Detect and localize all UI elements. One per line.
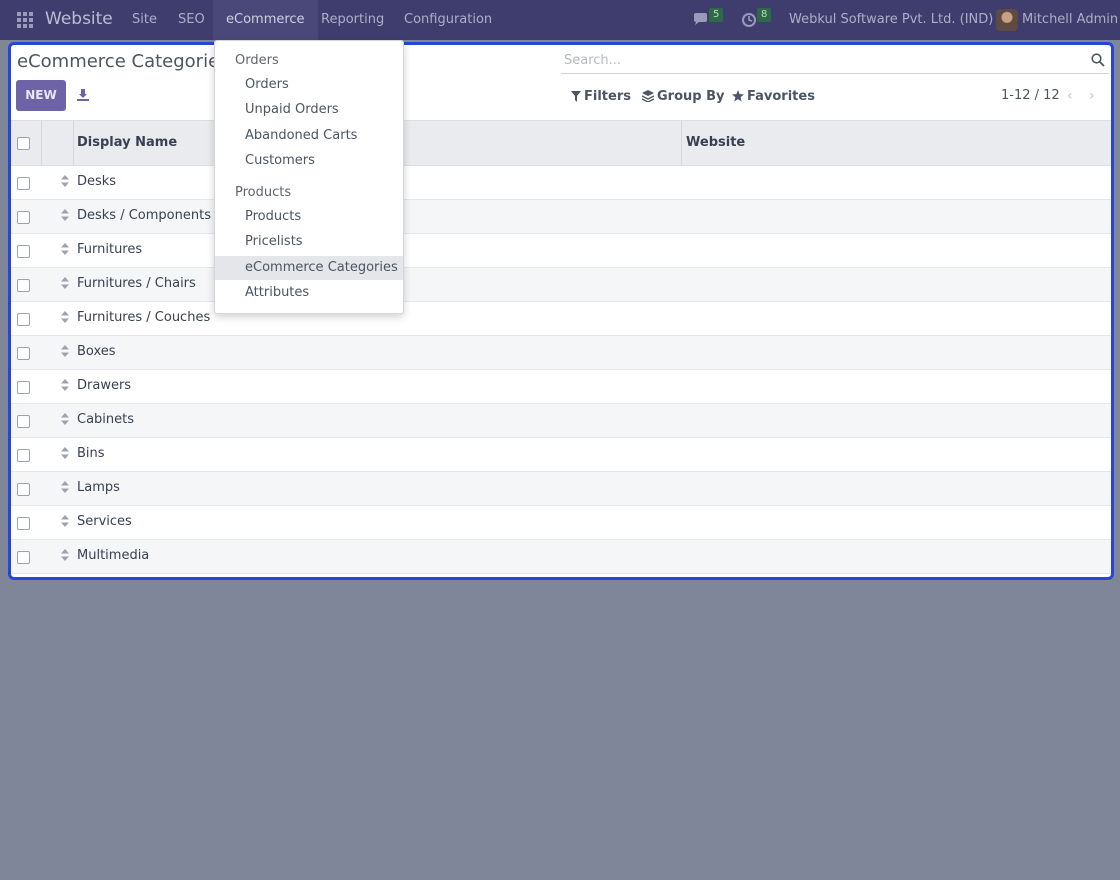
activities-clock-icon[interactable] <box>741 12 757 28</box>
page-title: eCommerce Categories <box>17 51 229 72</box>
row-checkbox[interactable] <box>17 279 30 292</box>
user-menu[interactable]: Mitchell Admin <box>1022 12 1118 27</box>
row-checkbox[interactable] <box>17 483 30 496</box>
ecommerce-dropdown-menu: Orders Orders Unpaid Orders Abandoned Ca… <box>214 40 404 314</box>
menu-ecommerce[interactable]: eCommerce <box>213 0 318 40</box>
row-display-name: Drawers <box>77 378 132 393</box>
row-display-name: Multimedia <box>77 548 150 563</box>
filters-button[interactable]: Filters <box>584 89 631 104</box>
row-checkbox[interactable] <box>17 551 30 564</box>
row-checkbox[interactable] <box>17 211 30 224</box>
search-input[interactable]: Search... <box>564 53 621 68</box>
drag-handle-icon[interactable] <box>61 549 69 561</box>
row-checkbox[interactable] <box>17 415 30 428</box>
table-row[interactable]: Lamps <box>11 472 1111 506</box>
table-row[interactable]: Furnitures / Chairs <box>11 268 1111 302</box>
pager-previous-icon[interactable]: ‹ <box>1067 88 1073 104</box>
row-display-name: Lamps <box>77 480 120 495</box>
drag-handle-icon[interactable] <box>61 413 69 425</box>
drag-handle-icon[interactable] <box>61 277 69 289</box>
row-display-name: Furnitures / Chairs <box>77 276 196 291</box>
drag-handle-icon[interactable] <box>61 209 69 221</box>
app-brand[interactable]: Website <box>45 9 113 29</box>
menu-configuration[interactable]: Configuration <box>404 12 492 27</box>
dropdown-item-pricelists[interactable]: Pricelists <box>215 230 403 254</box>
drag-handle-icon[interactable] <box>61 243 69 255</box>
menu-seo[interactable]: SEO <box>178 12 205 27</box>
search-icon[interactable] <box>1091 53 1105 67</box>
new-button[interactable]: NEW <box>16 80 66 111</box>
drag-handle-icon[interactable] <box>61 311 69 323</box>
row-checkbox[interactable] <box>17 245 30 258</box>
row-display-name: Desks / Components <box>77 208 211 223</box>
company-switcher[interactable]: Webkul Software Pvt. Ltd. (IND) <box>789 12 993 27</box>
messages-count-badge: 5 <box>709 8 724 22</box>
row-checkbox[interactable] <box>17 313 30 326</box>
row-display-name: Cabinets <box>77 412 135 427</box>
menu-site[interactable]: Site <box>132 12 157 27</box>
table-row[interactable]: Desks <box>11 166 1111 200</box>
table-row[interactable]: Furnitures <box>11 234 1111 268</box>
column-header-display-name[interactable]: Display Name <box>77 135 177 150</box>
table-row[interactable]: Desks / Components <box>11 200 1111 234</box>
row-display-name: Services <box>77 514 132 529</box>
row-display-name: Bins <box>77 446 105 461</box>
favorites-star-icon <box>732 90 744 102</box>
pager-next-icon[interactable]: › <box>1089 88 1095 104</box>
table-row[interactable]: Services <box>11 506 1111 540</box>
favorites-button[interactable]: Favorites <box>747 89 815 104</box>
row-checkbox[interactable] <box>17 381 30 394</box>
apps-menu-icon[interactable] <box>17 12 33 28</box>
top-navbar: Website Site SEO eCommerce Reporting Con… <box>0 0 1120 40</box>
drag-handle-icon[interactable] <box>61 515 69 527</box>
dropdown-item-unpaid-orders[interactable]: Unpaid Orders <box>215 98 403 122</box>
menu-reporting[interactable]: Reporting <box>321 12 384 27</box>
dropdown-item-customers[interactable]: Customers <box>215 149 403 173</box>
activities-count-badge: 8 <box>757 8 772 22</box>
group-by-layers-icon <box>642 90 654 102</box>
row-checkbox[interactable] <box>17 347 30 360</box>
dropdown-section-products: Products <box>235 185 292 200</box>
table-header: Display Name Website <box>11 120 1111 166</box>
user-avatar[interactable] <box>996 9 1018 31</box>
select-all-checkbox[interactable] <box>17 137 30 150</box>
dropdown-item-orders[interactable]: Orders <box>215 73 403 97</box>
drag-handle-icon[interactable] <box>61 379 69 391</box>
dropdown-item-abandoned-carts[interactable]: Abandoned Carts <box>215 124 403 148</box>
row-display-name: Boxes <box>77 344 116 359</box>
row-checkbox[interactable] <box>17 449 30 462</box>
row-display-name: Furnitures / Couches <box>77 310 211 325</box>
row-display-name: Desks <box>77 174 117 189</box>
table-row[interactable]: Furnitures / Couches <box>11 302 1111 336</box>
dropdown-item-ecommerce-categories[interactable]: eCommerce Categories <box>215 256 403 280</box>
search-bar[interactable]: Search... <box>561 50 1109 74</box>
pager-value[interactable]: 1-12 / 12 <box>1001 88 1060 103</box>
table-row[interactable]: Cabinets <box>11 404 1111 438</box>
drag-handle-icon[interactable] <box>61 447 69 459</box>
filter-icon <box>571 91 581 102</box>
drag-handle-icon[interactable] <box>61 345 69 357</box>
table-row[interactable]: Multimedia <box>11 540 1111 574</box>
column-header-website[interactable]: Website <box>686 135 745 150</box>
drag-handle-icon[interactable] <box>61 481 69 493</box>
table-row[interactable]: Boxes <box>11 336 1111 370</box>
messages-icon[interactable] <box>693 13 710 27</box>
table-row[interactable]: Drawers <box>11 370 1111 404</box>
dropdown-section-orders: Orders <box>235 53 279 68</box>
row-checkbox[interactable] <box>17 177 30 190</box>
table-row[interactable]: Bins <box>11 438 1111 472</box>
row-display-name: Furnitures <box>77 242 143 257</box>
download-icon[interactable] <box>77 89 89 101</box>
dropdown-item-attributes[interactable]: Attributes <box>215 281 403 305</box>
list-view-panel: eCommerce Categories NEW Search... Filte… <box>8 42 1114 580</box>
row-checkbox[interactable] <box>17 517 30 530</box>
drag-handle-icon[interactable] <box>61 175 69 187</box>
dropdown-item-products[interactable]: Products <box>215 205 403 229</box>
group-by-button[interactable]: Group By <box>657 89 724 104</box>
